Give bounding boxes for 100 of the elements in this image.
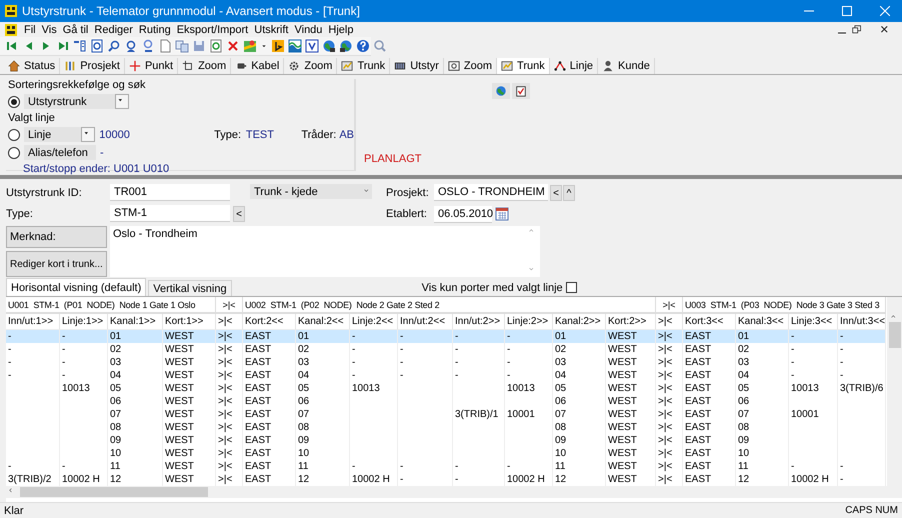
filter-checkbox[interactable] [566, 282, 577, 293]
zoom-person-icon[interactable] [141, 39, 155, 53]
table-cell: EAST [683, 369, 736, 382]
menu-item[interactable]: Eksport/Import [176, 24, 248, 36]
globe-icon[interactable] [322, 39, 336, 53]
help-search-icon[interactable] [373, 39, 387, 53]
delete-icon[interactable] [226, 39, 240, 53]
filter-label: Vis kun porter med valgt linje [422, 282, 563, 294]
nav-tab[interactable]: Utstyr [390, 58, 444, 74]
nav-tab[interactable]: Linje [550, 58, 598, 74]
table-cell: WEST [606, 408, 656, 421]
menu-item[interactable]: Utskrift [254, 24, 288, 36]
table-cell: WEST [606, 421, 656, 434]
copy-icon[interactable] [175, 39, 189, 53]
table-cell: - [838, 473, 886, 486]
table-cell: - [453, 460, 505, 473]
table-cell: >|< [216, 343, 243, 356]
globe-icon[interactable] [339, 39, 353, 53]
zoom-in-icon[interactable] [107, 39, 121, 53]
minimize-icon[interactable] [838, 32, 846, 34]
chain-dropdown[interactable]: Trunk - kjede [250, 184, 372, 199]
nav-tab[interactable]: Status [4, 58, 60, 74]
id-field[interactable]: TR001 [110, 184, 230, 201]
table-cell: WEST [606, 382, 656, 395]
checklist-button[interactable] [512, 83, 530, 99]
app-icon [4, 22, 18, 36]
table-cell: 03 [736, 356, 789, 369]
map-icon[interactable] [243, 39, 257, 53]
radio-button[interactable] [8, 96, 20, 108]
nav-tab[interactable]: Punkt [124, 58, 178, 74]
table-cell: - [350, 356, 398, 369]
nav-tab[interactable]: Zoom [284, 58, 338, 74]
menu-item[interactable]: Vis [42, 24, 57, 36]
sort-dropdown[interactable]: Utstyrstrunk [24, 94, 129, 109]
alias-button[interactable]: Alias/telefon [24, 145, 96, 160]
nav-tab[interactable]: Trunk [497, 58, 550, 74]
radio-button[interactable] [8, 146, 20, 158]
table-cell: EAST [683, 408, 736, 421]
vertical-scrollbar[interactable] [887, 297, 902, 486]
save-icon[interactable] [192, 39, 206, 53]
table-cell: 01 [108, 330, 163, 343]
radio-button[interactable] [8, 128, 20, 140]
nav-tab[interactable]: Kabel [231, 58, 284, 74]
logo-icon[interactable] [271, 39, 285, 53]
table-cell: - [789, 330, 838, 343]
menu-item[interactable]: Ruting [138, 24, 171, 36]
first-icon[interactable] [5, 39, 19, 53]
table-cell: - [838, 369, 886, 382]
table-cell: 07 [736, 408, 789, 421]
field-label: Prosjekt: [385, 186, 430, 201]
table-cell: 10 [108, 447, 163, 460]
date-field[interactable]: 06.05.2010 [434, 206, 492, 222]
table-cell: EAST [683, 473, 736, 486]
project-button[interactable]: ^ [563, 185, 575, 201]
menu-item[interactable]: Rediger [94, 24, 133, 36]
line-dropdown[interactable]: Linje [24, 127, 96, 142]
refresh-icon[interactable] [209, 39, 223, 53]
menu-item[interactable]: Vindu [294, 24, 322, 36]
document-icon[interactable] [158, 39, 172, 53]
scrollbar-thumb[interactable] [888, 322, 900, 348]
table-cell: 10013 [789, 382, 838, 395]
table-cell: EAST [243, 473, 296, 486]
table-cell: - [453, 369, 505, 382]
start-stop-ends: Start/stopp ender: U001 U010 [23, 163, 170, 175]
menu-item[interactable]: Hjelp [328, 24, 354, 36]
type-button[interactable]: < [233, 206, 245, 222]
table-cell: WEST [606, 330, 656, 343]
zoom-person-icon[interactable] [124, 39, 138, 53]
menu-item[interactable]: Gå til [62, 24, 88, 36]
table-cell: 02 [296, 343, 350, 356]
type-field[interactable]: STM-1 [110, 205, 230, 222]
menu-item[interactable]: Fil [24, 24, 36, 36]
table-cell: EAST [683, 434, 736, 447]
note-button[interactable]: Merknad: [6, 226, 107, 248]
wave-icon[interactable] [288, 39, 302, 53]
nav-tab[interactable]: Trunk [337, 58, 390, 74]
nav-tab[interactable]: Zoom [178, 58, 232, 74]
view-tab[interactable]: Vertikal visning [148, 280, 232, 296]
table-cell: 09 [296, 434, 350, 447]
scrollbar-thumb[interactable] [20, 487, 208, 497]
table-cell: - [398, 356, 453, 369]
table-cell: 10 [296, 447, 350, 460]
project-button[interactable]: < [550, 185, 562, 201]
table-cell: - [505, 343, 553, 356]
tree-icon[interactable] [73, 39, 87, 53]
table-cell: - [453, 343, 505, 356]
horizontal-scrollbar[interactable] [6, 486, 902, 498]
status-message: Klar [4, 504, 24, 516]
edit-cards-button[interactable]: Rediger kort i trunk... [6, 251, 107, 277]
table-cell: - [6, 330, 60, 343]
checkmark-box-icon[interactable] [305, 39, 319, 53]
help-icon[interactable] [356, 39, 370, 53]
view-tab[interactable]: Horisontal visning (default) [6, 278, 146, 296]
nav-tab[interactable]: Kunde [598, 58, 655, 74]
search-page-icon[interactable] [90, 39, 104, 53]
last-icon[interactable] [56, 39, 70, 53]
project-field[interactable]: OSLO - TRONDHEIM [434, 184, 548, 201]
table-cell: WEST [163, 408, 216, 421]
table-cell: >|< [656, 434, 683, 447]
nav-tab[interactable]: Prosjekt [60, 58, 125, 74]
